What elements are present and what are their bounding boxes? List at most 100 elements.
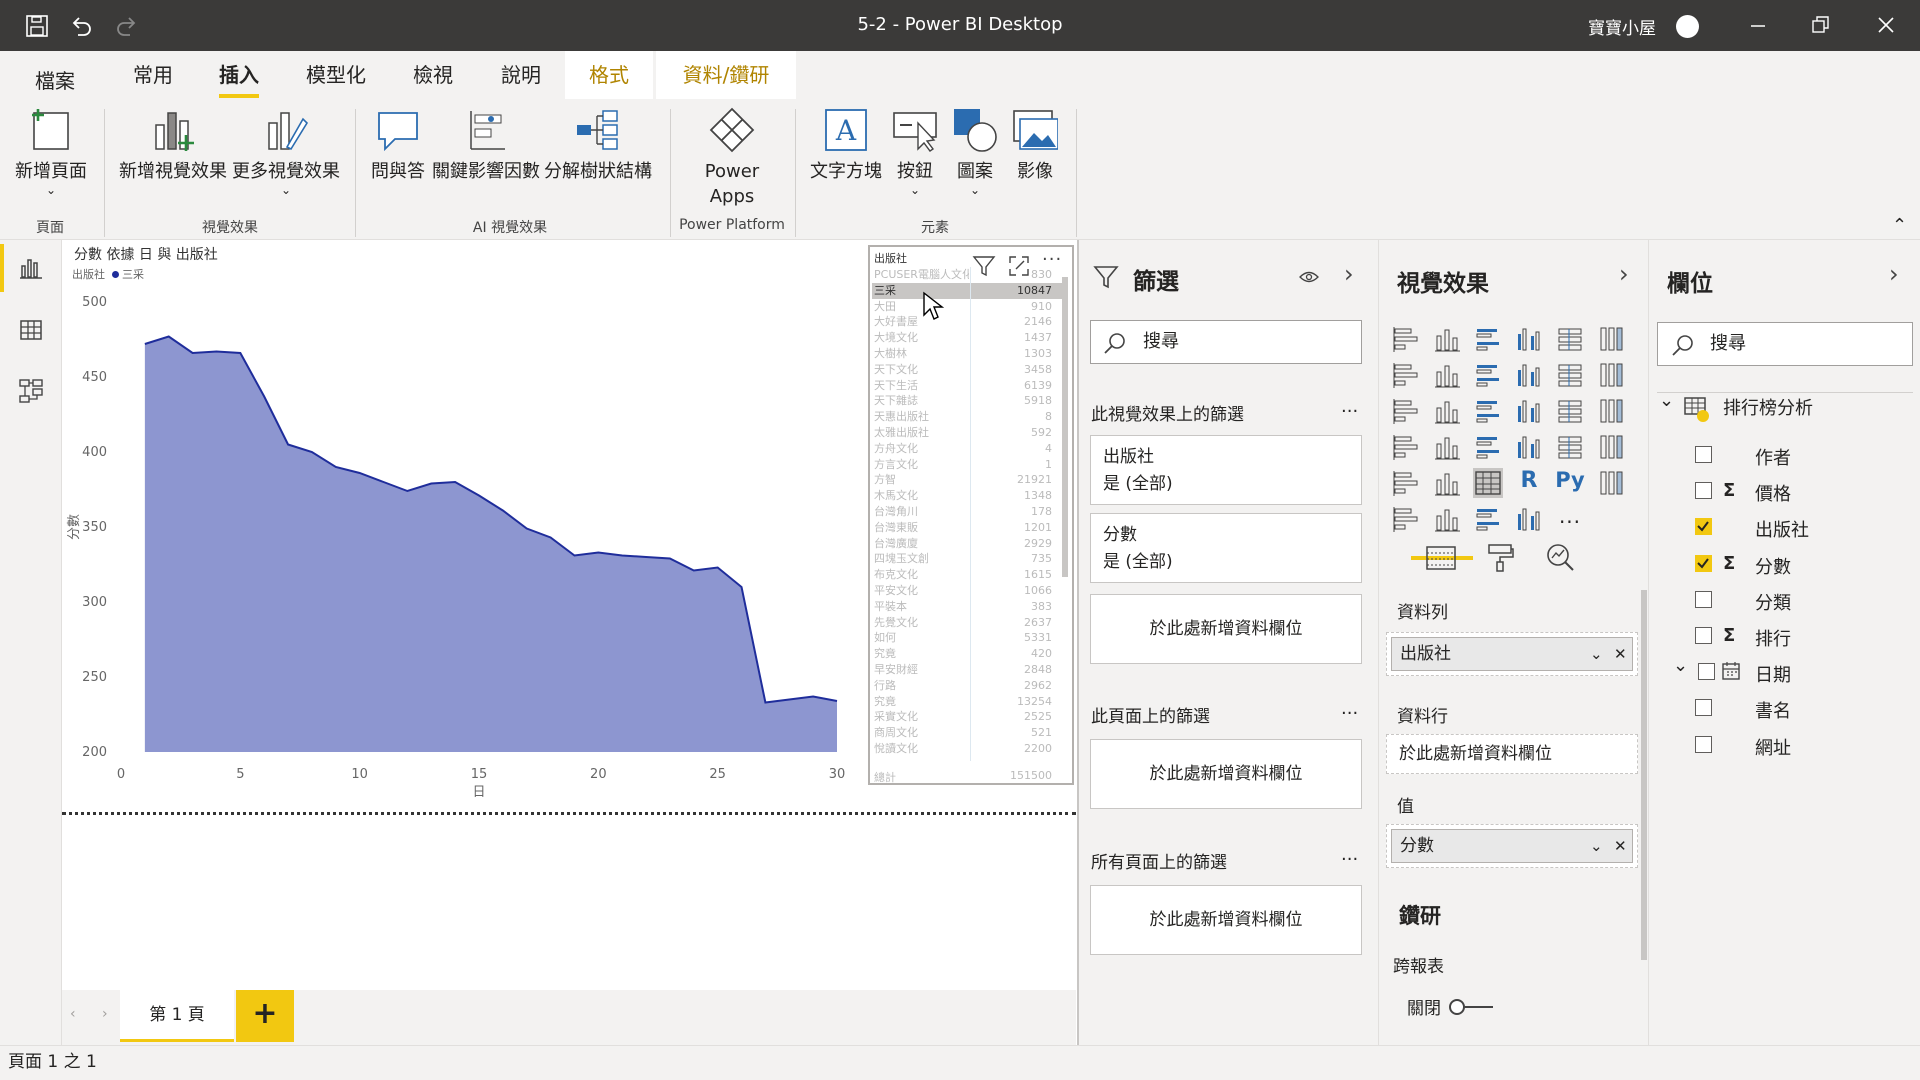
map-icon[interactable] <box>1391 432 1421 462</box>
add-page-button[interactable]: + <box>236 990 294 1042</box>
stacked-column-icon[interactable] <box>1432 324 1462 354</box>
fields-search-input[interactable]: 搜尋 <box>1657 322 1913 366</box>
waterfall-icon[interactable] <box>1391 396 1421 426</box>
key-influencers-button[interactable]: 關鍵影響因數 <box>430 107 542 184</box>
field-item[interactable]: 網址 <box>1649 734 1919 764</box>
visual-filters-more-icon[interactable]: ... <box>1341 396 1358 417</box>
area-chart[interactable]: 200 250 300 350 400 450 500 0 5 10 15 20 25 30 日 分數 <box>62 240 862 800</box>
page-filters-more-icon[interactable]: ... <box>1341 698 1358 719</box>
line-column-icon[interactable] <box>1514 360 1544 390</box>
user-name[interactable]: 寶寶小屋 <box>1588 14 1656 39</box>
100-bar-icon[interactable] <box>1555 324 1585 354</box>
python-visual-icon[interactable]: Py <box>1555 468 1585 498</box>
ribbon-chart-icon[interactable] <box>1596 360 1626 390</box>
avatar[interactable] <box>1676 15 1699 38</box>
matrix-icon[interactable] <box>1473 468 1503 498</box>
buttons-button[interactable]: 按鈕 ⌄ <box>886 107 944 196</box>
collapse-filters-icon[interactable]: › <box>1344 260 1354 288</box>
multi-row-card-icon[interactable] <box>1555 432 1585 462</box>
field-checkbox[interactable] <box>1695 627 1712 644</box>
field-checkbox[interactable] <box>1695 518 1712 536</box>
model-view-icon[interactable] <box>18 378 44 404</box>
scatter-icon[interactable] <box>1473 396 1503 426</box>
field-item[interactable]: ⌄ 日期 <box>1649 655 1919 691</box>
field-item[interactable]: Σ 排行 <box>1649 625 1919 655</box>
field-checkbox[interactable] <box>1695 482 1712 500</box>
table-name[interactable]: 排行榜分析 <box>1723 394 1813 420</box>
field-item[interactable]: 作者 <box>1649 444 1919 474</box>
new-visual-button[interactable]: 新增視覺效果 <box>114 107 232 184</box>
tab-file[interactable]: 檔案 <box>22 57 88 105</box>
format-paint-icon[interactable] <box>1485 542 1515 572</box>
all-pages-add-field-dropzone[interactable]: 於此處新增資料欄位 <box>1090 885 1362 955</box>
table-header[interactable]: 出版社 <box>874 250 907 266</box>
tab-help[interactable]: 說明 <box>488 51 554 99</box>
text-box-button[interactable]: A 文字方塊 <box>806 107 886 184</box>
rows-well[interactable]: 出版社 ⌄ ✕ <box>1386 632 1638 676</box>
100-column-icon[interactable] <box>1596 324 1626 354</box>
filter-card-score[interactable]: 分數是 (全部) <box>1090 513 1362 583</box>
tab-modeling[interactable]: 模型化 <box>296 51 376 99</box>
visual-add-field-dropzone[interactable]: 於此處新增資料欄位 <box>1090 594 1362 664</box>
field-item[interactable]: 書名 <box>1649 697 1919 727</box>
line-chart-icon[interactable] <box>1391 360 1421 390</box>
restore-icon[interactable] <box>1812 16 1830 34</box>
minimize-icon[interactable] <box>1750 18 1766 34</box>
tab-data-drill[interactable]: 資料/鑽研 <box>656 51 796 99</box>
card-icon[interactable] <box>1514 432 1544 462</box>
tab-insert[interactable]: 插入 <box>206 51 272 99</box>
new-page-button[interactable]: 新增頁面 ⌄ <box>8 107 94 196</box>
field-checkbox[interactable] <box>1695 446 1712 463</box>
collapse-fields-icon[interactable]: › <box>1889 260 1899 288</box>
tab-view[interactable]: 檢視 <box>400 51 466 99</box>
undo-icon[interactable] <box>70 15 92 37</box>
decomp-tree-visual-icon[interactable] <box>1391 504 1421 534</box>
stacked-bar-icon[interactable] <box>1391 324 1421 354</box>
stacked-area-icon[interactable] <box>1473 360 1503 390</box>
kpi-icon[interactable] <box>1596 432 1626 462</box>
report-view-icon[interactable] <box>19 256 43 280</box>
tab-format[interactable]: 格式 <box>565 51 653 99</box>
prev-page-icon[interactable]: ‹ <box>70 1006 76 1022</box>
page-add-field-dropzone[interactable]: 於此處新增資料欄位 <box>1090 739 1362 809</box>
field-checkbox[interactable] <box>1698 663 1715 681</box>
date-hierarchy-expand-icon[interactable]: ⌄ <box>1673 655 1688 676</box>
field-item[interactable]: 分類 <box>1649 589 1919 619</box>
table-expand-icon[interactable]: ⌄ <box>1659 390 1674 411</box>
collapse-ribbon-icon[interactable]: ⌃ <box>1892 215 1907 236</box>
page-tab-1[interactable]: 第 1 頁 <box>120 990 234 1042</box>
funnel-icon[interactable] <box>1432 396 1462 426</box>
rows-field-remove-icon[interactable]: ✕ <box>1614 638 1627 670</box>
next-page-icon[interactable]: › <box>102 1006 108 1022</box>
tab-home[interactable]: 常用 <box>120 51 186 99</box>
decomp-tree-button[interactable]: 分解樹狀結構 <box>542 107 654 184</box>
table-scrollbar[interactable] <box>1062 277 1068 577</box>
donut-chart-icon[interactable] <box>1555 396 1585 426</box>
values-field-dropdown-icon[interactable]: ⌄ <box>1590 830 1603 862</box>
data-view-icon[interactable] <box>19 318 43 342</box>
field-checkbox[interactable] <box>1695 735 1712 753</box>
all-filters-more-icon[interactable]: ... <box>1341 844 1358 865</box>
save-icon[interactable] <box>26 15 48 37</box>
values-field-pill[interactable]: 分數 ⌄ ✕ <box>1391 829 1633 863</box>
more-options-icon[interactable]: ··· <box>1042 249 1062 270</box>
filter-card-publisher[interactable]: 出版社是 (全部) <box>1090 435 1362 505</box>
image-button[interactable]: 影像 <box>1006 107 1064 184</box>
more-visuals-icon[interactable]: ... <box>1555 504 1585 534</box>
field-checkbox[interactable] <box>1695 554 1712 572</box>
filters-search-input[interactable]: 搜尋 <box>1090 320 1362 364</box>
values-field-remove-icon[interactable]: ✕ <box>1614 830 1627 862</box>
clustered-column-icon[interactable] <box>1514 324 1544 354</box>
more-visuals-button[interactable]: 更多視覺效果 ⌄ <box>232 107 340 196</box>
filter-icon[interactable] <box>972 255 996 277</box>
field-checkbox[interactable] <box>1695 590 1712 608</box>
analytics-icon[interactable] <box>1545 542 1575 572</box>
rows-field-pill[interactable]: 出版社 ⌄ ✕ <box>1391 637 1633 671</box>
filled-map-icon[interactable] <box>1432 432 1462 462</box>
report-canvas[interactable]: 分數 依據 日 與 出版社 出版社 三采 200 250 300 350 400 450 5… <box>62 240 1076 990</box>
fields-well-icon[interactable] <box>1425 544 1457 572</box>
power-apps-button[interactable]: Power Apps <box>680 107 784 209</box>
field-item[interactable]: 出版社 <box>1649 516 1919 546</box>
eye-icon[interactable] <box>1299 270 1319 284</box>
rows-field-dropdown-icon[interactable]: ⌄ <box>1590 638 1603 670</box>
